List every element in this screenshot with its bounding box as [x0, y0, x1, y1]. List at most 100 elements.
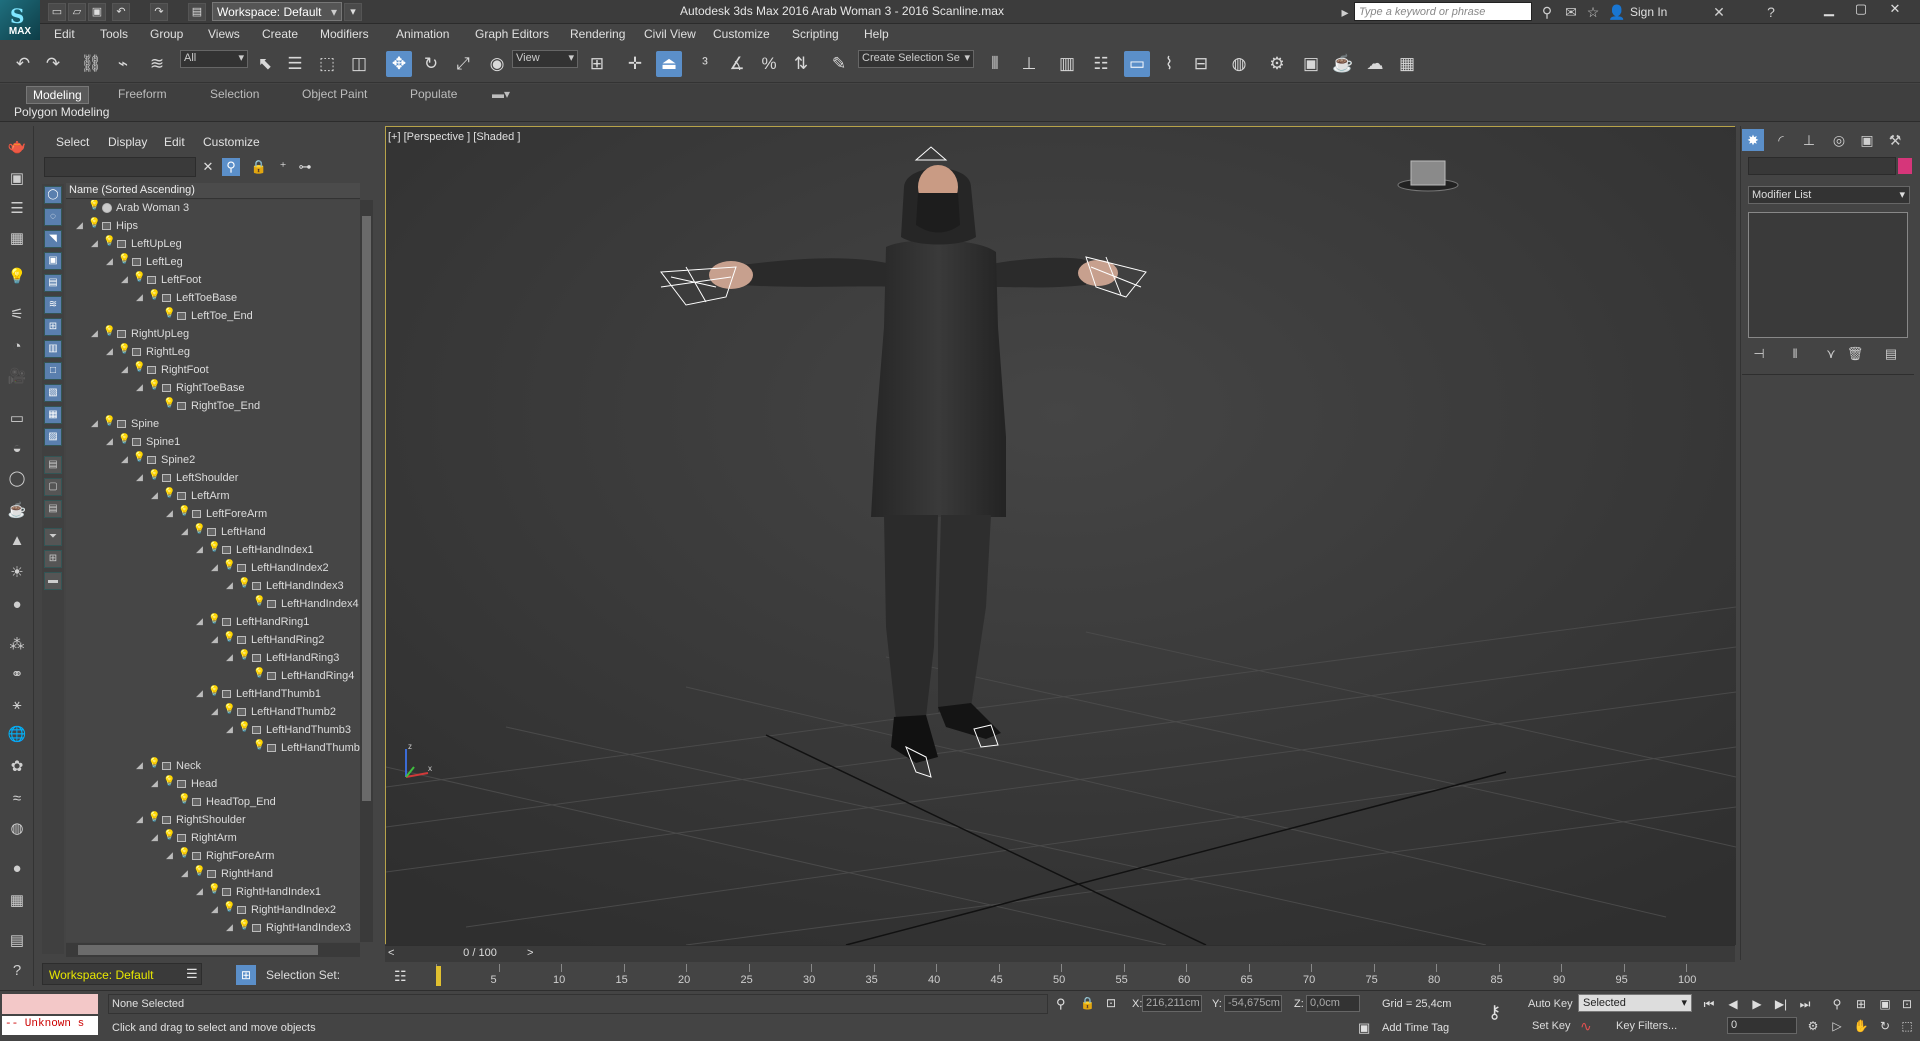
menu-rendering[interactable]: Rendering [570, 27, 625, 41]
tree-row[interactable]: ◢ 💡 LeftHandIndex2 [66, 560, 360, 578]
visibility-bulb-icon[interactable]: 💡 [238, 920, 250, 931]
tree-row[interactable]: 💡 LeftToe_End [66, 308, 360, 326]
tree-row[interactable]: ◢ 💡 LeftHandIndex3 [66, 578, 360, 596]
scene-explorer-icon[interactable]: ▣ [6, 168, 28, 190]
filter-all-icon[interactable]: ▤ [44, 456, 62, 474]
visibility-bulb-icon[interactable]: 💡 [178, 506, 190, 517]
particles-icon[interactable]: ⁂ [6, 634, 28, 656]
filter-shapes-icon[interactable]: ◌ [44, 208, 62, 226]
time-configuration-icon[interactable]: ⚙ [1804, 1017, 1822, 1035]
expand-arrow-icon[interactable]: ◢ [211, 706, 218, 717]
schematic-view-icon[interactable]: ⊟ [1188, 51, 1214, 77]
percent-snap-icon[interactable]: % [756, 51, 782, 77]
add-time-tag[interactable]: Add Time Tag [1382, 1022, 1449, 1034]
visibility-bulb-icon[interactable]: 💡 [238, 722, 250, 733]
expand-arrow-icon[interactable]: ◢ [226, 724, 233, 735]
remove-modifier-icon[interactable]: 🗑 [1846, 346, 1864, 364]
visibility-bulb-icon[interactable]: 💡 [103, 416, 115, 427]
zoom-extents-all-icon[interactable]: ⊡ [1898, 995, 1916, 1013]
next-frame-icon[interactable]: ▶| [1772, 995, 1790, 1013]
tree-row[interactable]: ◢ 💡 LeftHandThumb2 [66, 704, 360, 722]
key-filters-button[interactable]: Key Filters... [1616, 1020, 1677, 1032]
keyboard-shortcut-override-icon[interactable]: ⏏ [656, 51, 682, 77]
expand-arrow-icon[interactable]: ◢ [211, 562, 218, 573]
explorer-horizontal-scroll-thumb[interactable] [78, 945, 318, 955]
visibility-bulb-icon[interactable]: 💡 [223, 560, 235, 571]
column-header-name[interactable]: Name (Sorted Ascending) [66, 183, 360, 199]
configure-modifier-sets-icon[interactable]: ▤ [1882, 346, 1900, 364]
filter-icon[interactable]: ⚲ [222, 158, 240, 176]
visibility-bulb-icon[interactable]: 💡 [193, 866, 205, 877]
expand-arrow-icon[interactable]: ◢ [181, 868, 188, 879]
layers-toggle-icon[interactable]: ☰ [186, 966, 198, 982]
select-and-move-icon[interactable]: ✥ [386, 51, 412, 77]
expand-arrow-icon[interactable]: ◢ [91, 328, 98, 339]
helpers-icon[interactable]: ◔ [6, 336, 28, 358]
pan-view-icon[interactable]: ✋ [1852, 1017, 1870, 1035]
tree-row[interactable]: ◢ 💡 LeftHand [66, 524, 360, 542]
tree-row[interactable]: ◢ 💡 RightToeBase [66, 380, 360, 398]
time-slider-prev-arrow[interactable]: < [388, 947, 394, 959]
visibility-bulb-icon[interactable]: 💡 [178, 794, 190, 805]
communication-center-icon[interactable]: ✉ [1562, 3, 1580, 21]
funnel-icon[interactable]: ⏷ [44, 528, 62, 546]
save-file-icon[interactable]: ▣ [88, 3, 106, 21]
unlink-icon[interactable]: ⌁ [110, 51, 136, 77]
zoom-icon[interactable]: ⚲ [1828, 995, 1846, 1013]
tree-row[interactable]: ◢ 💡 Hips [66, 218, 360, 236]
expand-arrow-icon[interactable]: ◢ [151, 832, 158, 843]
make-unique-icon[interactable]: ⋎ [1822, 346, 1840, 364]
favorites-star-icon[interactable]: ☆ [1584, 3, 1602, 21]
ribbon-options-icon[interactable]: ▬▾ [486, 86, 516, 102]
visibility-bulb-icon[interactable]: 💡 [163, 776, 175, 787]
bind-spacewarp-icon[interactable]: ≋ [144, 51, 170, 77]
visibility-bulb-icon[interactable]: 💡 [148, 380, 160, 391]
orbit-icon[interactable]: ↻ [1876, 1017, 1894, 1035]
help-icon[interactable]: ? [1762, 3, 1780, 21]
viewport-label-menu[interactable]: [+] [Perspective ] [Shaded ] [388, 131, 520, 143]
expand-arrow-icon[interactable]: ◢ [91, 418, 98, 429]
select-object-icon[interactable]: ⬉ [252, 51, 278, 77]
filter-bones-icon[interactable]: □ [44, 362, 62, 380]
visibility-bulb-icon[interactable]: 💡 [163, 488, 175, 499]
rectangular-selection-icon[interactable]: ⬚ [314, 51, 340, 77]
time-slider[interactable] [385, 945, 1735, 962]
visibility-bulb-icon[interactable]: 💡 [208, 542, 220, 553]
visibility-bulb-icon[interactable]: 💡 [103, 236, 115, 247]
filter-invert-icon[interactable]: ▤ [44, 500, 62, 518]
modifier-list-dropdown[interactable]: Modifier List [1748, 186, 1910, 204]
explorer-menu-display[interactable]: Display [108, 135, 147, 149]
box-icon[interactable]: ▭ [6, 408, 28, 430]
tree-row[interactable]: ◢ 💡 RightForeArm [66, 848, 360, 866]
tree-row[interactable]: ◢ 💡 LeftLeg [66, 254, 360, 272]
hierarchy-mode-icon[interactable]: ⊞ [236, 965, 256, 985]
motion-tab-icon[interactable]: ◎ [1828, 129, 1850, 151]
expand-arrow-icon[interactable]: ◢ [226, 922, 233, 933]
visibility-bulb-icon[interactable]: 💡 [118, 344, 130, 355]
menu-customize[interactable]: Customize [713, 27, 770, 41]
help-circle-icon[interactable]: ? [6, 960, 28, 982]
go-to-end-icon[interactable]: ⏭ [1796, 995, 1814, 1013]
filter-geometry-icon[interactable]: ◯ [44, 186, 62, 204]
tree-row[interactable]: 💡 Arab Woman 3 [66, 200, 360, 218]
ribbon-tab-selection[interactable]: Selection [204, 86, 265, 102]
tree-row[interactable]: ◢ 💡 LeftHandRing2 [66, 632, 360, 650]
cone-icon[interactable]: ▲ [6, 530, 28, 552]
filter-frozen-icon[interactable]: ▦ [44, 406, 62, 424]
visibility-bulb-icon[interactable]: 💡 [118, 254, 130, 265]
visibility-bulb-icon[interactable]: 💡 [148, 470, 160, 481]
lightbulb-icon[interactable]: 💡 [6, 266, 28, 288]
tree-row[interactable]: 💡 RightToe_End [66, 398, 360, 416]
menu-tools[interactable]: Tools [100, 27, 128, 41]
visibility-bulb-icon[interactable]: 💡 [88, 218, 100, 229]
visibility-bulb-icon[interactable]: 💡 [253, 596, 265, 607]
auto-key-button[interactable]: Auto Key [1528, 998, 1573, 1010]
expand-arrow-icon[interactable]: ◢ [106, 436, 113, 447]
hair-icon[interactable]: ≈ [6, 788, 28, 810]
layers-icon[interactable]: ☰ [6, 198, 28, 220]
tree-row[interactable]: ◢ 💡 LeftArm [66, 488, 360, 506]
exchange-apps-icon[interactable]: ✕ [1710, 3, 1728, 21]
time-slider-next-arrow[interactable]: > [527, 947, 533, 959]
isolate-selection-icon[interactable]: ⚲ [1056, 996, 1066, 1012]
select-by-name-icon[interactable]: ☰ [282, 51, 308, 77]
